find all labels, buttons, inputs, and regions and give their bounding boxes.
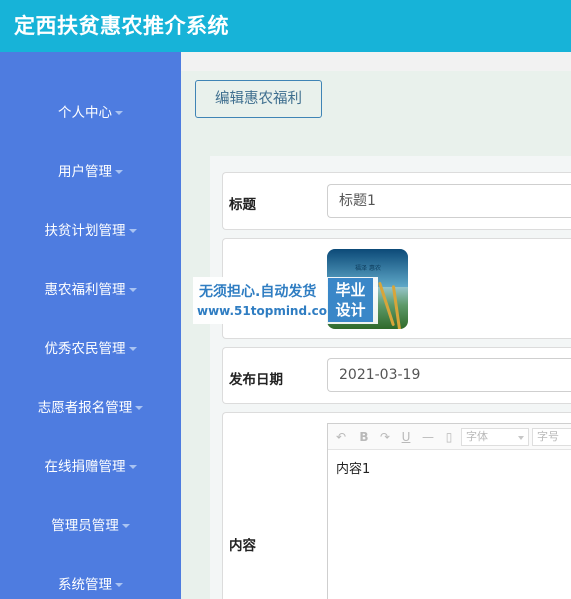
content-label: 内容 [229, 538, 256, 554]
sidebar-item-label: 个人中心 [58, 105, 112, 121]
sidebar-item-label: 系统管理 [58, 577, 112, 593]
font-size-select[interactable]: 字号 [532, 428, 571, 446]
sidebar-item-label: 管理员管理 [51, 518, 119, 534]
sidebar-item-personal-center[interactable]: 个人中心 [0, 101, 181, 125]
app-title: 定西扶贫惠农推介系统 [14, 14, 229, 38]
caret-down-icon [128, 465, 137, 469]
watermark-banner: 无须担心.自动发货 www.51topmind.com 毕业 设计 [193, 277, 378, 324]
watermark-badge-line1: 毕业 [335, 281, 366, 299]
caret-down-icon [115, 583, 123, 587]
sidebar-item-poverty-plan[interactable]: 扶贫计划管理 [0, 219, 181, 243]
caret-down-icon [135, 406, 144, 410]
bold-icon[interactable]: B [357, 429, 371, 445]
undo-icon[interactable]: ↶ [334, 429, 348, 445]
form-row-date: 发布日期 2021-03-19 [222, 347, 571, 404]
caret-down-icon [115, 111, 123, 115]
image-caption: 福泽 惠农 [355, 265, 381, 272]
sidebar-item-volunteer-management[interactable]: 志愿者报名管理 [0, 396, 181, 420]
watermark-badge-line2: 设计 [335, 301, 366, 319]
underline-icon[interactable]: U [399, 429, 413, 445]
chevron-down-icon [518, 436, 524, 440]
watermark-url: www.51topmind.com [197, 304, 340, 318]
watermark-badge: 毕业 设计 [328, 278, 373, 322]
caret-down-icon [128, 229, 137, 233]
sidebar: 个人中心 用户管理 扶贫计划管理 惠农福利管理 优秀农民管理 志愿者报名管理 在… [0, 52, 181, 599]
caret-down-icon [128, 288, 137, 292]
font-size-value: 字号 [537, 430, 559, 443]
edit-welfare-button[interactable]: 编辑惠农福利 [195, 80, 322, 118]
top-bar: 定西扶贫惠农推介系统 [0, 0, 571, 52]
editor-toolbar: ↶ B ↷ U — ▯ 字体 字号 [328, 424, 571, 450]
sidebar-item-label: 在线捐赠管理 [44, 459, 126, 475]
sidebar-item-user-management[interactable]: 用户管理 [0, 160, 181, 184]
editor-content[interactable]: 内容1 [336, 458, 370, 477]
font-family-value: 字体 [466, 430, 488, 443]
content-top-strip [181, 52, 571, 71]
content-editor[interactable]: ↶ B ↷ U — ▯ 字体 字号 内容1 [327, 423, 571, 599]
sidebar-item-label: 志愿者报名管理 [37, 400, 133, 416]
date-input[interactable]: 2021-03-19 [327, 358, 571, 392]
sidebar-item-label: 惠农福利管理 [44, 282, 126, 298]
horizontal-rule-icon[interactable]: — [421, 429, 435, 445]
sidebar-item-donation-management[interactable]: 在线捐赠管理 [0, 455, 181, 479]
date-label: 发布日期 [229, 372, 283, 388]
sidebar-item-label: 用户管理 [58, 164, 112, 180]
form-row-title: 标题 标题1 [222, 172, 571, 230]
sidebar-item-welfare-management[interactable]: 惠农福利管理 [0, 278, 181, 302]
form-row-content: 内容 ↶ B ↷ U — ▯ 字体 字号 内容1 [222, 412, 571, 599]
sidebar-item-system-management[interactable]: 系统管理 [0, 573, 181, 597]
sidebar-item-farmer-management[interactable]: 优秀农民管理 [0, 337, 181, 361]
caret-down-icon [121, 524, 130, 528]
redo-icon[interactable]: ↷ [378, 429, 392, 445]
caret-down-icon [115, 170, 123, 174]
sidebar-item-label: 扶贫计划管理 [44, 223, 126, 239]
paste-icon[interactable]: ▯ [442, 429, 456, 445]
watermark-text: 无须担心.自动发货 [199, 284, 317, 300]
sidebar-item-label: 优秀农民管理 [44, 341, 126, 357]
title-label: 标题 [229, 197, 256, 213]
title-input[interactable]: 标题1 [327, 184, 571, 218]
font-family-select[interactable]: 字体 [461, 428, 529, 446]
sidebar-item-admin-management[interactable]: 管理员管理 [0, 514, 181, 538]
caret-down-icon [128, 347, 137, 351]
